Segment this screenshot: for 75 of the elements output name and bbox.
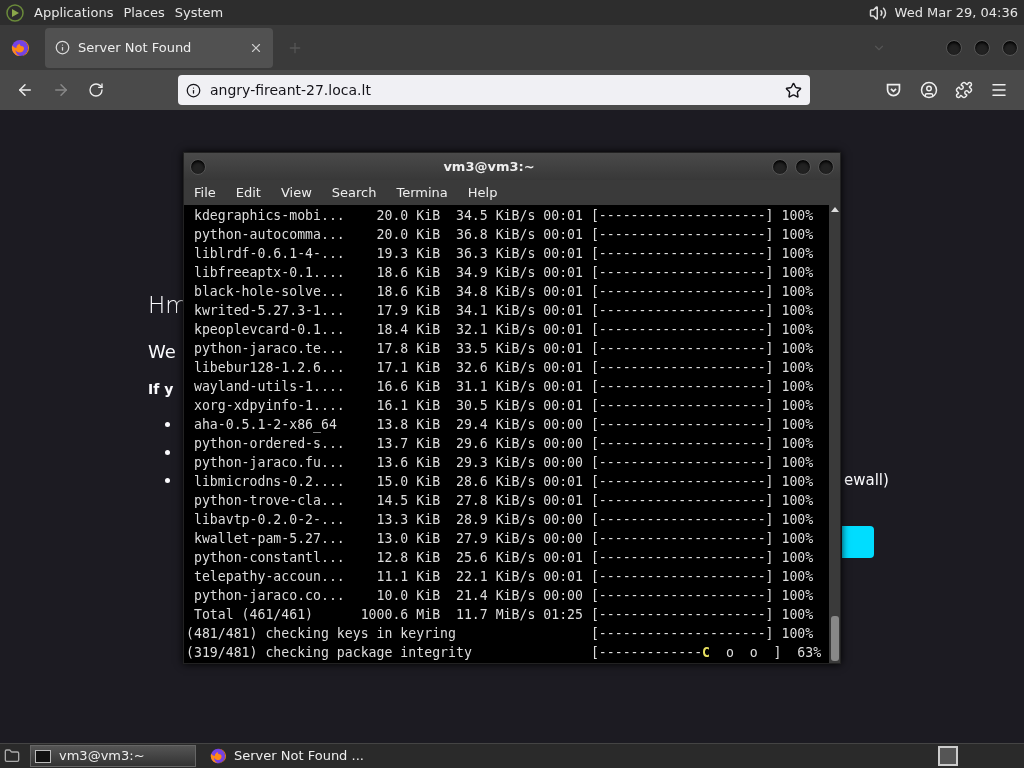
terminal-line: liblrdf-0.6.1-4-... 19.3 KiB 36.3 KiB/s 00:01 [---------------------] 100% (192, 245, 815, 263)
firefox-logo-icon (11, 38, 29, 57)
terminal-line: python-jaraco.co... 10.0 KiB 21.4 KiB/s 00:00 [---------------------] 100% (192, 587, 815, 605)
account-icon[interactable] (920, 81, 938, 99)
page-bold-line: If y (148, 380, 174, 399)
terminal-line: libfreeaptx-0.1.... 18.6 KiB 34.9 KiB/s 00:01 [---------------------] 100% (192, 264, 815, 282)
extensions-icon[interactable] (955, 81, 973, 99)
window-control-icon[interactable] (772, 158, 788, 175)
browser-tab[interactable]: Server Not Found (45, 27, 273, 68)
terminal-line: kdegraphics-mobi... 20.0 KiB 34.5 KiB/s 00:01 [---------------------] 100% (192, 207, 815, 225)
pocket-icon[interactable] (885, 81, 902, 99)
menu-item[interactable]: Edit (235, 182, 261, 203)
firefox-logo-icon (210, 748, 226, 764)
terminal-line: kwallet-pam-5.27... 13.0 KiB 27.9 KiB/s 00:00 [---------------------] 100% (192, 530, 815, 548)
panel-menu[interactable]: Applications (34, 2, 114, 23)
forward-icon[interactable] (52, 81, 70, 99)
panel-clock[interactable]: Wed Mar 29, 04:36 (894, 2, 1018, 23)
terminal-line: Total (461/461) 1000.6 MiB 11.7 MiB/s 01:25 [---------------------] 100% (192, 606, 815, 624)
page-button[interactable] (842, 526, 874, 558)
terminal-line: telepathy-accoun... 11.1 KiB 22.1 KiB/s 00:01 [---------------------] 100% (192, 568, 815, 586)
bullet-icon (165, 449, 170, 455)
menu-logo-icon[interactable] (6, 3, 24, 22)
terminal-line: python-jaraco.fu... 13.6 KiB 29.3 KiB/s 00:00 [---------------------] 100% (192, 454, 815, 472)
menu-item[interactable]: File (194, 182, 216, 203)
info-icon (55, 40, 70, 55)
menu-item[interactable]: Search (331, 182, 377, 203)
show-desktop-icon[interactable] (4, 748, 20, 764)
menu-item[interactable]: View (280, 182, 312, 203)
bullet-icon (165, 421, 170, 427)
window-title: vm3@vm3:~ (442, 157, 536, 176)
terminal-icon (35, 749, 51, 763)
window-control-icon[interactable] (974, 39, 990, 56)
terminal-line: python-jaraco.te... 17.8 KiB 33.5 KiB/s 00:01 [---------------------] 100% (192, 340, 815, 358)
window-control-icon[interactable] (795, 158, 811, 175)
bullet-icon (165, 477, 170, 483)
back-icon[interactable] (16, 81, 34, 99)
window-control-icon[interactable] (818, 158, 834, 175)
terminal-line: (319/481) checking package integrity [-------------C o o ] 63% (186, 644, 823, 662)
address-field[interactable]: angry-fireant-27.loca.lt (178, 75, 810, 105)
volume-icon[interactable] (868, 3, 887, 22)
menu-item[interactable]: Help (467, 182, 498, 203)
terminal-line: libebur128-1.2.6... 17.1 KiB 32.6 KiB/s 00:01 [---------------------] 100% (192, 359, 815, 377)
page-intro: We (148, 340, 176, 364)
terminal-line: python-autocomma... 20.0 KiB 36.8 KiB/s 00:01 [---------------------] 100% (192, 226, 815, 244)
bookmark-star-icon[interactable] (785, 81, 802, 99)
terminal-line: xorg-xdpyinfo-1.... 16.1 KiB 30.5 KiB/s 00:01 [---------------------] 100% (192, 397, 815, 415)
panel-menu[interactable]: System (174, 2, 224, 23)
terminal-line: wayland-utils-1.... 16.6 KiB 31.1 KiB/s 00:01 [---------------------] 100% (192, 378, 815, 396)
terminal-line: (481/481) checking keys in keyring [---------------------] 100% (186, 625, 815, 643)
panel-menu[interactable]: Places (123, 2, 165, 23)
taskbar-label: Server Not Found ... (234, 747, 364, 766)
taskbar-label: vm3@vm3:~ (59, 747, 145, 766)
terminal-line: kpeoplevcard-0.1... 18.4 KiB 32.1 KiB/s 00:01 [---------------------] 100% (192, 321, 815, 339)
taskbar-item[interactable]: vm3@vm3:~ (30, 745, 196, 767)
terminal-line: libmicrodns-0.2.... 15.0 KiB 28.6 KiB/s 00:01 [---------------------] 100% (192, 473, 815, 491)
menu-item[interactable]: Termina (396, 182, 448, 203)
window-control-icon[interactable] (946, 39, 962, 56)
bullet-text: ewall) (844, 469, 889, 491)
terminal-line: aha-0.5.1-2-x86_64 13.8 KiB 29.4 KiB/s 00:00 [---------------------] 100% (192, 416, 815, 434)
terminal-line: libavtp-0.2.0-2-... 13.3 KiB 28.9 KiB/s 00:00 [---------------------] 100% (192, 511, 815, 529)
terminal-line: black-hole-solve... 18.6 KiB 34.8 KiB/s 00:01 [---------------------] 100% (192, 283, 815, 301)
menu-icon[interactable] (990, 81, 1008, 99)
terminal-line: python-trove-cla... 14.5 KiB 27.8 KiB/s 00:01 [---------------------] 100% (192, 492, 815, 510)
terminal-line: python-constantl... 12.8 KiB 25.6 KiB/s 00:01 [---------------------] 100% (192, 549, 815, 567)
url-text: angry-fireant-27.loca.lt (210, 80, 372, 100)
terminal-line: python-ordered-s... 13.7 KiB 29.6 KiB/s 00:00 [---------------------] 100% (192, 435, 815, 453)
taskbar-item[interactable]: Server Not Found ... (206, 745, 372, 767)
reload-icon[interactable] (88, 82, 104, 98)
scrollbar[interactable] (829, 205, 840, 663)
workspace-icon[interactable] (938, 746, 958, 766)
window-control-icon[interactable] (1002, 39, 1018, 56)
tab-title: Server Not Found (78, 38, 193, 57)
window-control-icon[interactable] (190, 158, 206, 175)
terminal-line: kwrited-5.27.3-1... 17.9 KiB 34.1 KiB/s 00:01 [---------------------] 100% (192, 302, 815, 320)
info-icon (186, 82, 201, 98)
